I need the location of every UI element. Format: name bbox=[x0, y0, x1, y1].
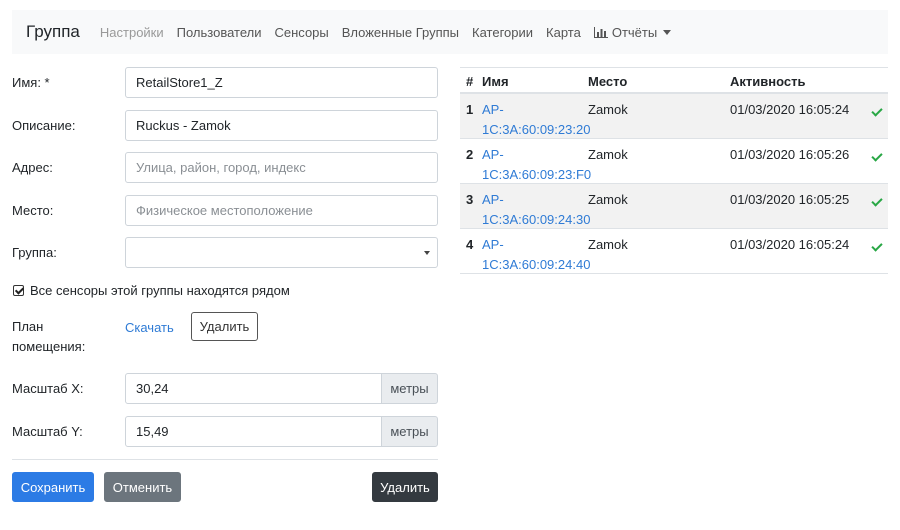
nav-users[interactable]: Пользователи bbox=[177, 25, 262, 40]
row-number: 2 bbox=[466, 147, 474, 162]
row-place: Zamok bbox=[588, 147, 628, 162]
header-name[interactable]: Имя bbox=[482, 74, 509, 89]
table-row: 1 AP-1C:3A:60:09:23:20 Zamok 01/03/2020 … bbox=[460, 94, 888, 139]
nearby-checkbox-row[interactable]: Все сенсоры этой группы находятся рядом bbox=[13, 283, 290, 298]
row-number: 1 bbox=[466, 102, 474, 117]
check-icon bbox=[871, 235, 883, 255]
nav-map[interactable]: Карта bbox=[546, 25, 581, 40]
row-place: Zamok bbox=[588, 237, 628, 252]
nav-reports-label: Отчёты bbox=[611, 24, 658, 40]
sensor-link[interactable]: AP-1C:3A:60:09:23:F0 bbox=[482, 145, 591, 185]
table-row: 4 AP-1C:3A:60:09:24:40 Zamok 01/03/2020 … bbox=[460, 229, 888, 274]
nav-reports-dropdown[interactable]: Отчёты bbox=[593, 24, 672, 40]
navbar-brand[interactable]: Группа bbox=[26, 22, 80, 42]
table-row: 2 AP-1C:3A:60:09:23:F0 Zamok 01/03/2020 … bbox=[460, 139, 888, 184]
scale-x-unit: метры bbox=[381, 373, 438, 404]
delete-group-button[interactable]: Удалить bbox=[372, 472, 438, 502]
sensor-link[interactable]: AP-1C:3A:60:09:24:30 bbox=[482, 190, 590, 230]
scale-y-input[interactable]: 15,49 bbox=[125, 416, 382, 447]
form-row-description: Описание: Ruckus - Zamok bbox=[12, 110, 438, 141]
row-number: 4 bbox=[466, 237, 474, 252]
download-plan-link[interactable]: Скачать bbox=[125, 320, 174, 335]
group-label: Группа: bbox=[12, 245, 57, 260]
scale-x-input[interactable]: 30,24 bbox=[125, 373, 382, 404]
caret-down-icon bbox=[663, 29, 672, 35]
nav-settings[interactable]: Настройки bbox=[100, 25, 164, 40]
scale-x-label: Масштаб X: bbox=[12, 381, 84, 396]
select-arrow-icon bbox=[424, 251, 430, 255]
sensors-table: # Имя Место Активность 1 AP-1C:3A:60:09:… bbox=[460, 67, 888, 274]
nav-sensors[interactable]: Сенсоры bbox=[275, 25, 329, 40]
form-divider bbox=[12, 459, 438, 460]
bar-chart-icon bbox=[593, 26, 608, 38]
row-activity: 01/03/2020 16:05:26 bbox=[730, 147, 850, 162]
form-row-place: Место: Физическое местоположение bbox=[12, 195, 438, 226]
nearby-checkbox-label: Все сенсоры этой группы находятся рядом bbox=[30, 283, 290, 298]
header-num: # bbox=[466, 74, 474, 89]
row-activity: 01/03/2020 16:05:24 bbox=[730, 237, 850, 252]
nav-nested-groups[interactable]: Вложенные Группы bbox=[342, 25, 459, 40]
scale-y-label: Масштаб Y: bbox=[12, 424, 83, 439]
form-row-group: Группа: bbox=[12, 237, 438, 268]
nav-categories[interactable]: Категории bbox=[472, 25, 533, 40]
header-activity[interactable]: Активность bbox=[730, 74, 805, 89]
form-row-address: Адрес: Улица, район, город, индекс bbox=[12, 152, 438, 183]
row-place: Zamok bbox=[588, 192, 628, 207]
form-row-name: Имя: * RetailStore1_Z bbox=[12, 67, 438, 98]
form-row-scale-x: Масштаб X: 30,24 метры bbox=[12, 373, 438, 404]
check-icon bbox=[871, 190, 883, 210]
description-label: Описание: bbox=[12, 118, 76, 133]
table-header: # Имя Место Активность bbox=[460, 67, 888, 94]
place-label: Место: bbox=[12, 203, 54, 218]
check-icon bbox=[871, 145, 883, 165]
row-number: 3 bbox=[466, 192, 474, 207]
navbar: Группа Настройки Пользователи Сенсоры Вл… bbox=[12, 10, 888, 54]
sensor-link[interactable]: AP-1C:3A:60:09:24:40 bbox=[482, 235, 590, 275]
address-input[interactable]: Улица, район, город, индекс bbox=[125, 152, 438, 183]
group-select[interactable] bbox=[125, 237, 438, 268]
row-activity: 01/03/2020 16:05:24 bbox=[730, 102, 850, 117]
row-place: Zamok bbox=[588, 102, 628, 117]
cancel-button[interactable]: Отменить bbox=[104, 472, 181, 502]
address-label: Адрес: bbox=[12, 160, 53, 175]
name-label: Имя: * bbox=[12, 75, 50, 90]
row-activity: 01/03/2020 16:05:25 bbox=[730, 192, 850, 207]
place-input[interactable]: Физическое местоположение bbox=[125, 195, 438, 226]
description-input[interactable]: Ruckus - Zamok bbox=[125, 110, 438, 141]
scale-y-unit: метры bbox=[381, 416, 438, 447]
check-icon bbox=[871, 100, 883, 120]
delete-plan-button[interactable]: Удалить bbox=[191, 312, 258, 341]
nearby-checkbox[interactable] bbox=[13, 285, 24, 296]
form-row-scale-y: Масштаб Y: 15,49 метры bbox=[12, 416, 438, 447]
save-button[interactable]: Сохранить bbox=[12, 472, 94, 502]
header-place[interactable]: Место bbox=[588, 74, 627, 89]
sensor-link[interactable]: AP-1C:3A:60:09:23:20 bbox=[482, 100, 590, 140]
name-input[interactable]: RetailStore1_Z bbox=[125, 67, 438, 98]
floor-plan-label: План помещения: bbox=[12, 319, 86, 354]
table-row: 3 AP-1C:3A:60:09:24:30 Zamok 01/03/2020 … bbox=[460, 184, 888, 229]
